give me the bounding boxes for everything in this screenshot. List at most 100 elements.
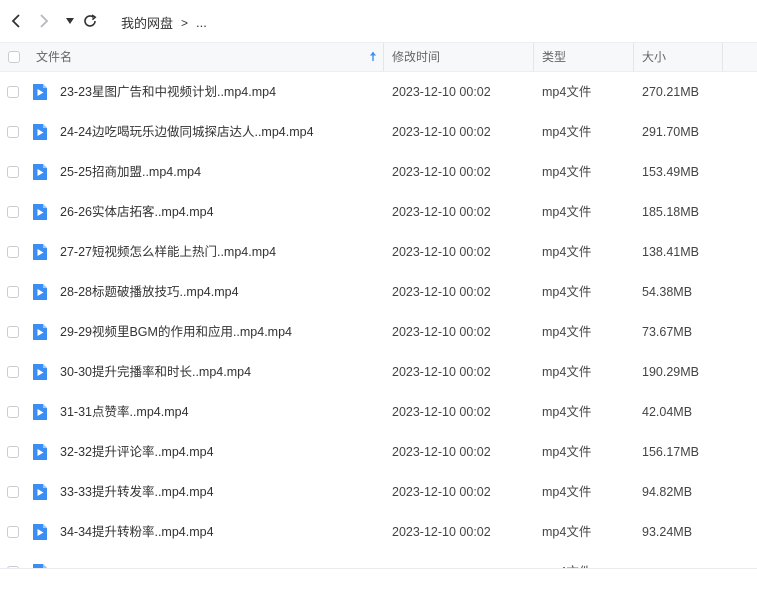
refresh-icon [84, 14, 97, 27]
row-checkbox[interactable] [7, 126, 19, 138]
file-row[interactable]: 26-26实体店拓客..mp4.mp4 2023-12-10 00:02 mp4文件… [0, 192, 757, 232]
file-row[interactable]: 29-29视频里BGM的作用和应用..mp4.mp4 2023-12-10 00:… [0, 312, 757, 352]
file-size: 270.21MB [642, 85, 699, 99]
file-type: mp4文件 [542, 485, 592, 499]
file-size: 54.38MB [642, 285, 693, 299]
file-name[interactable]: 31-31点赞率..mp4.mp4 [60, 392, 189, 432]
sort-ascending-icon[interactable] [369, 51, 377, 62]
breadcrumb-more[interactable]: ... [196, 15, 207, 30]
column-divider[interactable] [533, 43, 534, 71]
file-row[interactable]: 32-32提升评论率..mp4.mp4 2023-12-10 00:02 mp4文件… [0, 432, 757, 472]
file-type: mp4文件 [542, 205, 592, 219]
column-divider[interactable] [383, 43, 384, 71]
file-modified-time: 2023-12-10 00:02 [392, 85, 491, 99]
video-file-icon [33, 84, 47, 100]
video-file-icon [33, 204, 47, 220]
file-type: mp4文件 [542, 85, 592, 99]
file-type: mp4文件 [542, 445, 592, 459]
file-size: 73.67MB [642, 325, 693, 339]
video-file-icon [33, 164, 47, 180]
file-row[interactable]: 30-30提升完播率和时长..mp4.mp4 2023-12-10 00:02 mp… [0, 352, 757, 392]
row-checkbox[interactable] [7, 286, 19, 298]
file-type: mp4文件 [542, 125, 592, 139]
video-file-icon [33, 404, 47, 420]
file-modified-time: 2023-12-10 00:02 [392, 325, 491, 339]
row-checkbox[interactable] [7, 206, 19, 218]
file-row[interactable]: mp4文件 [0, 552, 757, 568]
video-file-icon [33, 124, 47, 140]
file-name[interactable]: 23-23星图广告和中视频计划..mp4.mp4 [60, 72, 276, 112]
row-checkbox[interactable] [7, 526, 19, 538]
row-checkbox[interactable] [7, 406, 19, 418]
row-checkbox[interactable] [7, 86, 19, 98]
file-modified-time: 2023-12-10 00:02 [392, 485, 491, 499]
file-size: 291.70MB [642, 125, 699, 139]
file-name[interactable]: 27-27短视频怎么样能上热门..mp4.mp4 [60, 232, 276, 272]
file-row[interactable]: 28-28标题破播放技巧..mp4.mp4 2023-12-10 00:02 mp4… [0, 272, 757, 312]
file-modified-time: 2023-12-10 00:02 [392, 205, 491, 219]
history-dropdown-button[interactable] [60, 10, 80, 32]
column-header-modified[interactable]: 修改时间 [392, 43, 440, 71]
back-button[interactable] [6, 10, 26, 32]
row-checkbox[interactable] [7, 326, 19, 338]
file-modified-time: 2023-12-10 00:02 [392, 245, 491, 259]
video-file-icon [33, 444, 47, 460]
file-name[interactable]: 24-24边吃喝玩乐边做同城探店达人..mp4.mp4 [60, 112, 314, 152]
column-divider[interactable] [633, 43, 634, 71]
file-name[interactable]: 33-33提升转发率..mp4.mp4 [60, 472, 214, 512]
breadcrumb: 我的网盘 > ... [121, 13, 207, 32]
row-checkbox[interactable] [7, 446, 19, 458]
file-name[interactable]: 30-30提升完播率和时长..mp4.mp4 [60, 352, 251, 392]
file-row[interactable]: 27-27短视频怎么样能上热门..mp4.mp4 2023-12-10 00:02… [0, 232, 757, 272]
row-checkbox[interactable] [7, 486, 19, 498]
file-row[interactable]: 24-24边吃喝玩乐边做同城探店达人..mp4.mp4 2023-12-10 00… [0, 112, 757, 152]
file-name[interactable]: 32-32提升评论率..mp4.mp4 [60, 432, 214, 472]
breadcrumb-root[interactable]: 我的网盘 [121, 13, 173, 32]
file-type: mp4文件 [542, 325, 592, 339]
file-row[interactable]: 23-23星图广告和中视频计划..mp4.mp4 2023-12-10 00:02… [0, 72, 757, 112]
column-header-size[interactable]: 大小 [642, 43, 666, 71]
list-bottom-divider [0, 568, 757, 569]
refresh-button[interactable] [80, 10, 100, 32]
file-name[interactable]: 25-25招商加盟..mp4.mp4 [60, 152, 201, 192]
file-name[interactable]: 34-34提升转粉率..mp4.mp4 [60, 512, 214, 552]
video-file-icon [33, 284, 47, 300]
video-file-icon [33, 364, 47, 380]
file-list: 23-23星图广告和中视频计划..mp4.mp4 2023-12-10 00:02… [0, 72, 757, 568]
file-name[interactable]: 26-26实体店拓客..mp4.mp4 [60, 192, 214, 232]
file-size: 94.82MB [642, 485, 693, 499]
video-file-icon [33, 484, 47, 500]
navigation-bar: 我的网盘 > ... [0, 0, 757, 42]
file-type: mp4文件 [542, 525, 592, 539]
file-row[interactable]: 34-34提升转粉率..mp4.mp4 2023-12-10 00:02 mp4文件… [0, 512, 757, 552]
file-type: mp4文件 [542, 405, 592, 419]
column-header-type[interactable]: 类型 [542, 43, 566, 71]
select-all-checkbox[interactable] [8, 51, 20, 63]
file-size: 185.18MB [642, 205, 699, 219]
file-row[interactable]: 25-25招商加盟..mp4.mp4 2023-12-10 00:02 mp4文件 1… [0, 152, 757, 192]
file-modified-time: 2023-12-10 00:02 [392, 365, 491, 379]
row-checkbox[interactable] [7, 166, 19, 178]
file-name[interactable]: 28-28标题破播放技巧..mp4.mp4 [60, 272, 239, 312]
file-type: mp4文件 [542, 165, 592, 179]
video-file-icon [33, 324, 47, 340]
column-header-name[interactable]: 文件名 [36, 43, 72, 71]
file-name[interactable]: 29-29视频里BGM的作用和应用..mp4.mp4 [60, 312, 292, 352]
row-checkbox[interactable] [7, 246, 19, 258]
column-divider[interactable] [722, 43, 723, 71]
file-row[interactable]: 33-33提升转发率..mp4.mp4 2023-12-10 00:02 mp4文件… [0, 472, 757, 512]
caret-down-icon [66, 18, 74, 24]
chevron-right-icon [40, 14, 49, 28]
row-checkbox[interactable] [7, 366, 19, 378]
video-file-icon [33, 244, 47, 260]
file-modified-time: 2023-12-10 00:02 [392, 445, 491, 459]
file-modified-time: 2023-12-10 00:02 [392, 165, 491, 179]
file-size: 190.29MB [642, 365, 699, 379]
file-size: 153.49MB [642, 165, 699, 179]
forward-button[interactable] [34, 10, 54, 32]
file-type: mp4文件 [542, 245, 592, 259]
chevron-left-icon [11, 14, 20, 28]
file-type: mp4文件 [542, 285, 592, 299]
file-row[interactable]: 31-31点赞率..mp4.mp4 2023-12-10 00:02 mp4文件 42… [0, 392, 757, 432]
file-type: mp4文件 [542, 552, 591, 568]
